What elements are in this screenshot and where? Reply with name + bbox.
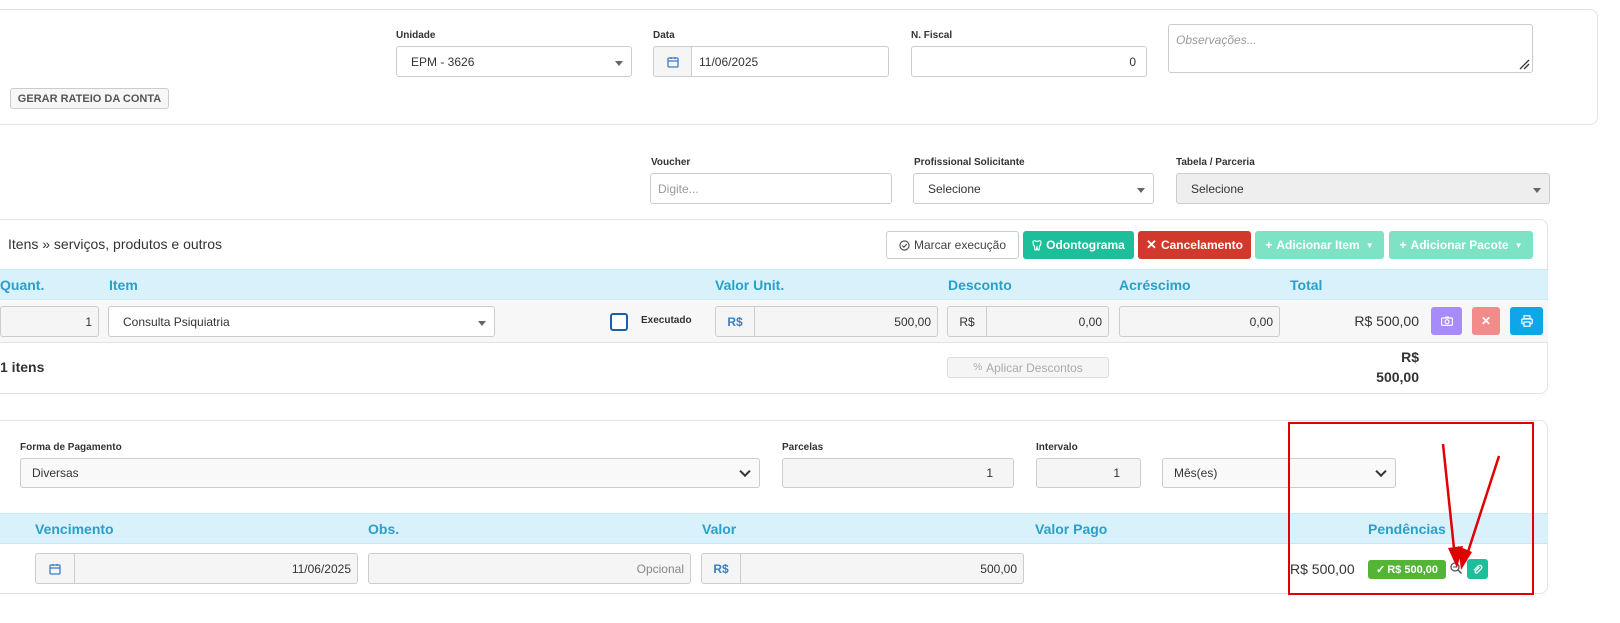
- calendar-icon: [49, 563, 61, 575]
- unidade-value: EPM - 3626: [411, 54, 475, 69]
- printer-icon: [1520, 315, 1533, 327]
- col-acrescimo: Acréscimo: [1119, 277, 1191, 293]
- marcar-execucao-button[interactable]: Marcar execução: [886, 231, 1019, 259]
- quantity-input[interactable]: 1: [0, 306, 99, 337]
- nfiscal-label: N. Fiscal: [911, 30, 953, 41]
- voucher-label: Voucher: [651, 157, 691, 168]
- data-input[interactable]: 11/06/2025: [691, 46, 889, 77]
- caret-down-icon: [478, 320, 486, 326]
- desconto-input[interactable]: 0,00: [986, 306, 1109, 337]
- executado-label: Executado: [641, 315, 692, 326]
- col-obs: Obs.: [368, 521, 400, 537]
- intervalo-input[interactable]: 1: [1036, 458, 1141, 488]
- valor-currency-addon: R$: [701, 553, 741, 584]
- col-total: Total: [1290, 277, 1323, 293]
- acrescimo-input[interactable]: 0,00: [1119, 306, 1280, 337]
- adicionar-pacote-label: Adicionar Pacote: [1410, 238, 1509, 252]
- intervalo-label: Intervalo: [1036, 442, 1078, 453]
- caret-down-icon: ▼: [1365, 240, 1374, 250]
- aplicar-descontos-label: Aplicar Descontos: [986, 360, 1083, 375]
- vencimento-input[interactable]: 11/06/2025: [74, 553, 358, 584]
- adicionar-pacote-button[interactable]: + Adicionar Pacote ▼: [1389, 231, 1533, 259]
- tabela-value: Selecione: [1191, 181, 1244, 196]
- profissional-value: Selecione: [928, 181, 981, 196]
- caret-down-icon: [615, 60, 623, 66]
- forma-pagamento-label: Forma de Pagamento: [20, 442, 122, 453]
- tabela-label: Tabela / Parceria: [1176, 157, 1255, 168]
- valor-input[interactable]: 500,00: [740, 553, 1024, 584]
- gerar-rateio-button[interactable]: GERAR RATEIO DA CONTA: [10, 88, 169, 109]
- profissional-select[interactable]: Selecione: [913, 173, 1154, 204]
- caret-down-icon: [1533, 187, 1541, 193]
- caret-down-icon: [1137, 187, 1145, 193]
- close-icon: ✕: [1480, 314, 1492, 328]
- adicionar-item-label: Adicionar Item: [1276, 238, 1360, 252]
- aplicar-descontos-button[interactable]: % Aplicar Descontos: [947, 357, 1109, 378]
- items-title: Itens » serviços, produtos e outros: [8, 236, 222, 252]
- cancelamento-label: Cancelamento: [1160, 238, 1243, 252]
- item-select[interactable]: Consulta Psiquiatria: [108, 306, 495, 337]
- tooth-icon: [1032, 239, 1042, 251]
- parcelas-input[interactable]: 1: [782, 458, 1014, 488]
- vencimento-calendar-button[interactable]: [35, 553, 75, 584]
- remove-item-button[interactable]: ✕: [1472, 307, 1500, 335]
- parcelas-label: Parcelas: [782, 442, 824, 453]
- col-valor-pago: Valor Pago: [1035, 521, 1108, 537]
- currency-addon: R$: [715, 306, 755, 337]
- chevron-down-icon: [739, 465, 751, 478]
- adicionar-item-button[interactable]: + Adicionar Item ▼: [1255, 231, 1384, 259]
- check-circle-icon: [899, 239, 910, 251]
- col-valor-unit: Valor Unit.: [715, 277, 785, 293]
- forma-pagamento-value: Diversas: [32, 466, 79, 480]
- profissional-label: Profissional Solicitante: [914, 157, 1025, 168]
- caret-down-icon: ▼: [1514, 240, 1523, 250]
- odontograma-button[interactable]: Odontograma: [1023, 231, 1134, 259]
- nfiscal-input[interactable]: 0: [911, 46, 1147, 77]
- odontograma-label: Odontograma: [1046, 238, 1125, 252]
- col-valor: Valor: [702, 521, 737, 537]
- resize-handle-icon[interactable]: [1519, 59, 1530, 70]
- marcar-execucao-label: Marcar execução: [913, 238, 1007, 252]
- camera-icon: [1440, 316, 1453, 326]
- tabela-select[interactable]: Selecione: [1176, 173, 1550, 204]
- periodo-value: Mês(es): [1174, 466, 1218, 480]
- close-icon: ✕: [1146, 237, 1157, 252]
- row-total: R$ 500,00: [1354, 313, 1419, 329]
- camera-button[interactable]: [1431, 307, 1462, 335]
- items-total-value: 500,00: [1376, 369, 1419, 385]
- arrow-annotation-icon: [1441, 443, 1501, 570]
- item-value: Consulta Psiquiatria: [123, 314, 230, 329]
- col-item: Item: [109, 277, 138, 293]
- voucher-input[interactable]: Digite...: [650, 173, 892, 204]
- executado-checkbox[interactable]: [610, 313, 628, 331]
- items-count: 1 itens: [0, 359, 45, 375]
- col-desconto: Desconto: [948, 277, 1012, 293]
- col-quant: Quant.: [0, 277, 45, 293]
- plus-icon: +: [1265, 238, 1273, 252]
- unidade-label: Unidade: [396, 30, 436, 41]
- obs-input[interactable]: Opcional: [368, 553, 691, 584]
- col-vencimento: Vencimento: [35, 521, 114, 537]
- data-label: Data: [653, 30, 675, 41]
- percent-icon: %: [973, 362, 983, 373]
- unidade-select[interactable]: EPM - 3626: [396, 46, 632, 77]
- observacoes-textarea[interactable]: Observações...: [1168, 24, 1533, 73]
- valor-unit-input[interactable]: 500,00: [754, 306, 938, 337]
- items-total-currency: R$: [1401, 349, 1419, 365]
- plus-icon: +: [1399, 238, 1407, 252]
- forma-pagamento-select[interactable]: Diversas: [20, 458, 760, 488]
- calendar-icon-button[interactable]: [653, 46, 692, 77]
- print-button[interactable]: [1510, 307, 1543, 335]
- cancelamento-button[interactable]: ✕ Cancelamento: [1138, 231, 1251, 259]
- calendar-icon: [666, 56, 679, 68]
- desconto-currency-addon: R$: [947, 306, 987, 337]
